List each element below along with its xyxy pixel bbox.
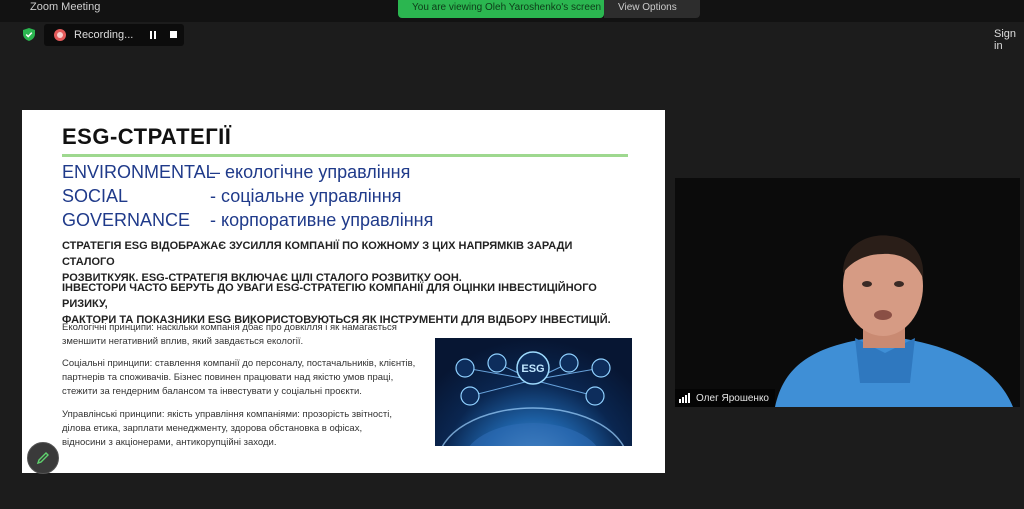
view-options-button[interactable]: View Options	[604, 0, 700, 18]
pencil-icon	[36, 452, 49, 465]
paragraph-line: Стратегія ESG відображає зусилля компані…	[62, 240, 573, 268]
paragraph-line: відносини з акціонерами, антикорупційні …	[62, 437, 277, 448]
environmental-principles: Екологічні принципи: наскільки компанія …	[62, 321, 432, 349]
screen-share-banner: You are viewing Oleh Yaroshenko's screen	[398, 0, 604, 18]
recording-cloud-icon	[54, 29, 66, 41]
participant-name: Олег Ярошенко	[696, 392, 769, 404]
esg-value: - соціальне управління	[210, 186, 402, 206]
window-title: Zoom Meeting	[30, 1, 101, 13]
social-principles: Соціальні принципи: ставлення компанії д…	[62, 357, 432, 399]
paragraph-line: ділова етика, зарплати менеджменту, здор…	[62, 423, 363, 434]
esg-governance: GOVERNANCE - корпоративне управління	[62, 210, 433, 231]
paragraph-line: зменшити негативний вплив, який завдаєть…	[62, 336, 304, 347]
participant-name-tag: Олег Ярошенко	[675, 389, 775, 407]
esg-environmental: ENVIRONMENTAL– екологічне управління	[62, 162, 410, 183]
esg-social: SOCIAL - соціальне управління	[62, 186, 401, 207]
paragraph-line: Соціальні принципи: ставлення компанії д…	[62, 358, 416, 369]
sign-in-link[interactable]: Sign in	[994, 28, 1024, 52]
paragraph-line: партнерів та споживачів. Бізнес повинен …	[62, 372, 394, 383]
esg-key: SOCIAL	[62, 186, 129, 206]
participant-video-image	[675, 178, 1020, 407]
participant-video[interactable]: Олег Ярошенко	[675, 178, 1020, 407]
stop-recording-icon[interactable]	[170, 31, 177, 38]
esg-value: - корпоративне управління	[210, 210, 434, 230]
esg-key: ENVIRONMENTAL	[62, 162, 216, 182]
esg-value: – екологічне управління	[210, 162, 411, 182]
signal-strength-icon	[679, 393, 691, 403]
esg-globe-illustration: ESG	[435, 338, 632, 446]
paragraph-line: Інвестори часто беруть до уваги ESG-стра…	[62, 282, 597, 310]
paragraph-line: стежити за гендерним балансом та інвесту…	[62, 386, 362, 397]
paragraph-line: Екологічні принципи: наскільки компанія …	[62, 322, 397, 333]
shared-slide: ESG-СТРАТЕГІЇ ENVIRONMENTAL– екологічне …	[22, 110, 665, 473]
esg-key: GOVERNANCE	[62, 210, 191, 230]
pause-recording-icon[interactable]	[149, 31, 157, 39]
slide-title: ESG-СТРАТЕГІЇ	[62, 124, 232, 149]
esg-strategy-paragraph: Стратегія ESG відображає зусилля компані…	[62, 238, 622, 286]
governance-principles: Управлінські принципи: якість управління…	[62, 408, 432, 450]
paragraph-line: Управлінські принципи: якість управління…	[62, 409, 393, 420]
esg-image-label: ESG	[521, 363, 544, 375]
recording-indicator: Recording...	[44, 24, 184, 46]
recording-label: Recording...	[74, 29, 134, 41]
annotate-pencil-button[interactable]	[27, 442, 59, 474]
title-divider	[62, 154, 628, 157]
security-shield-icon[interactable]	[23, 28, 35, 41]
